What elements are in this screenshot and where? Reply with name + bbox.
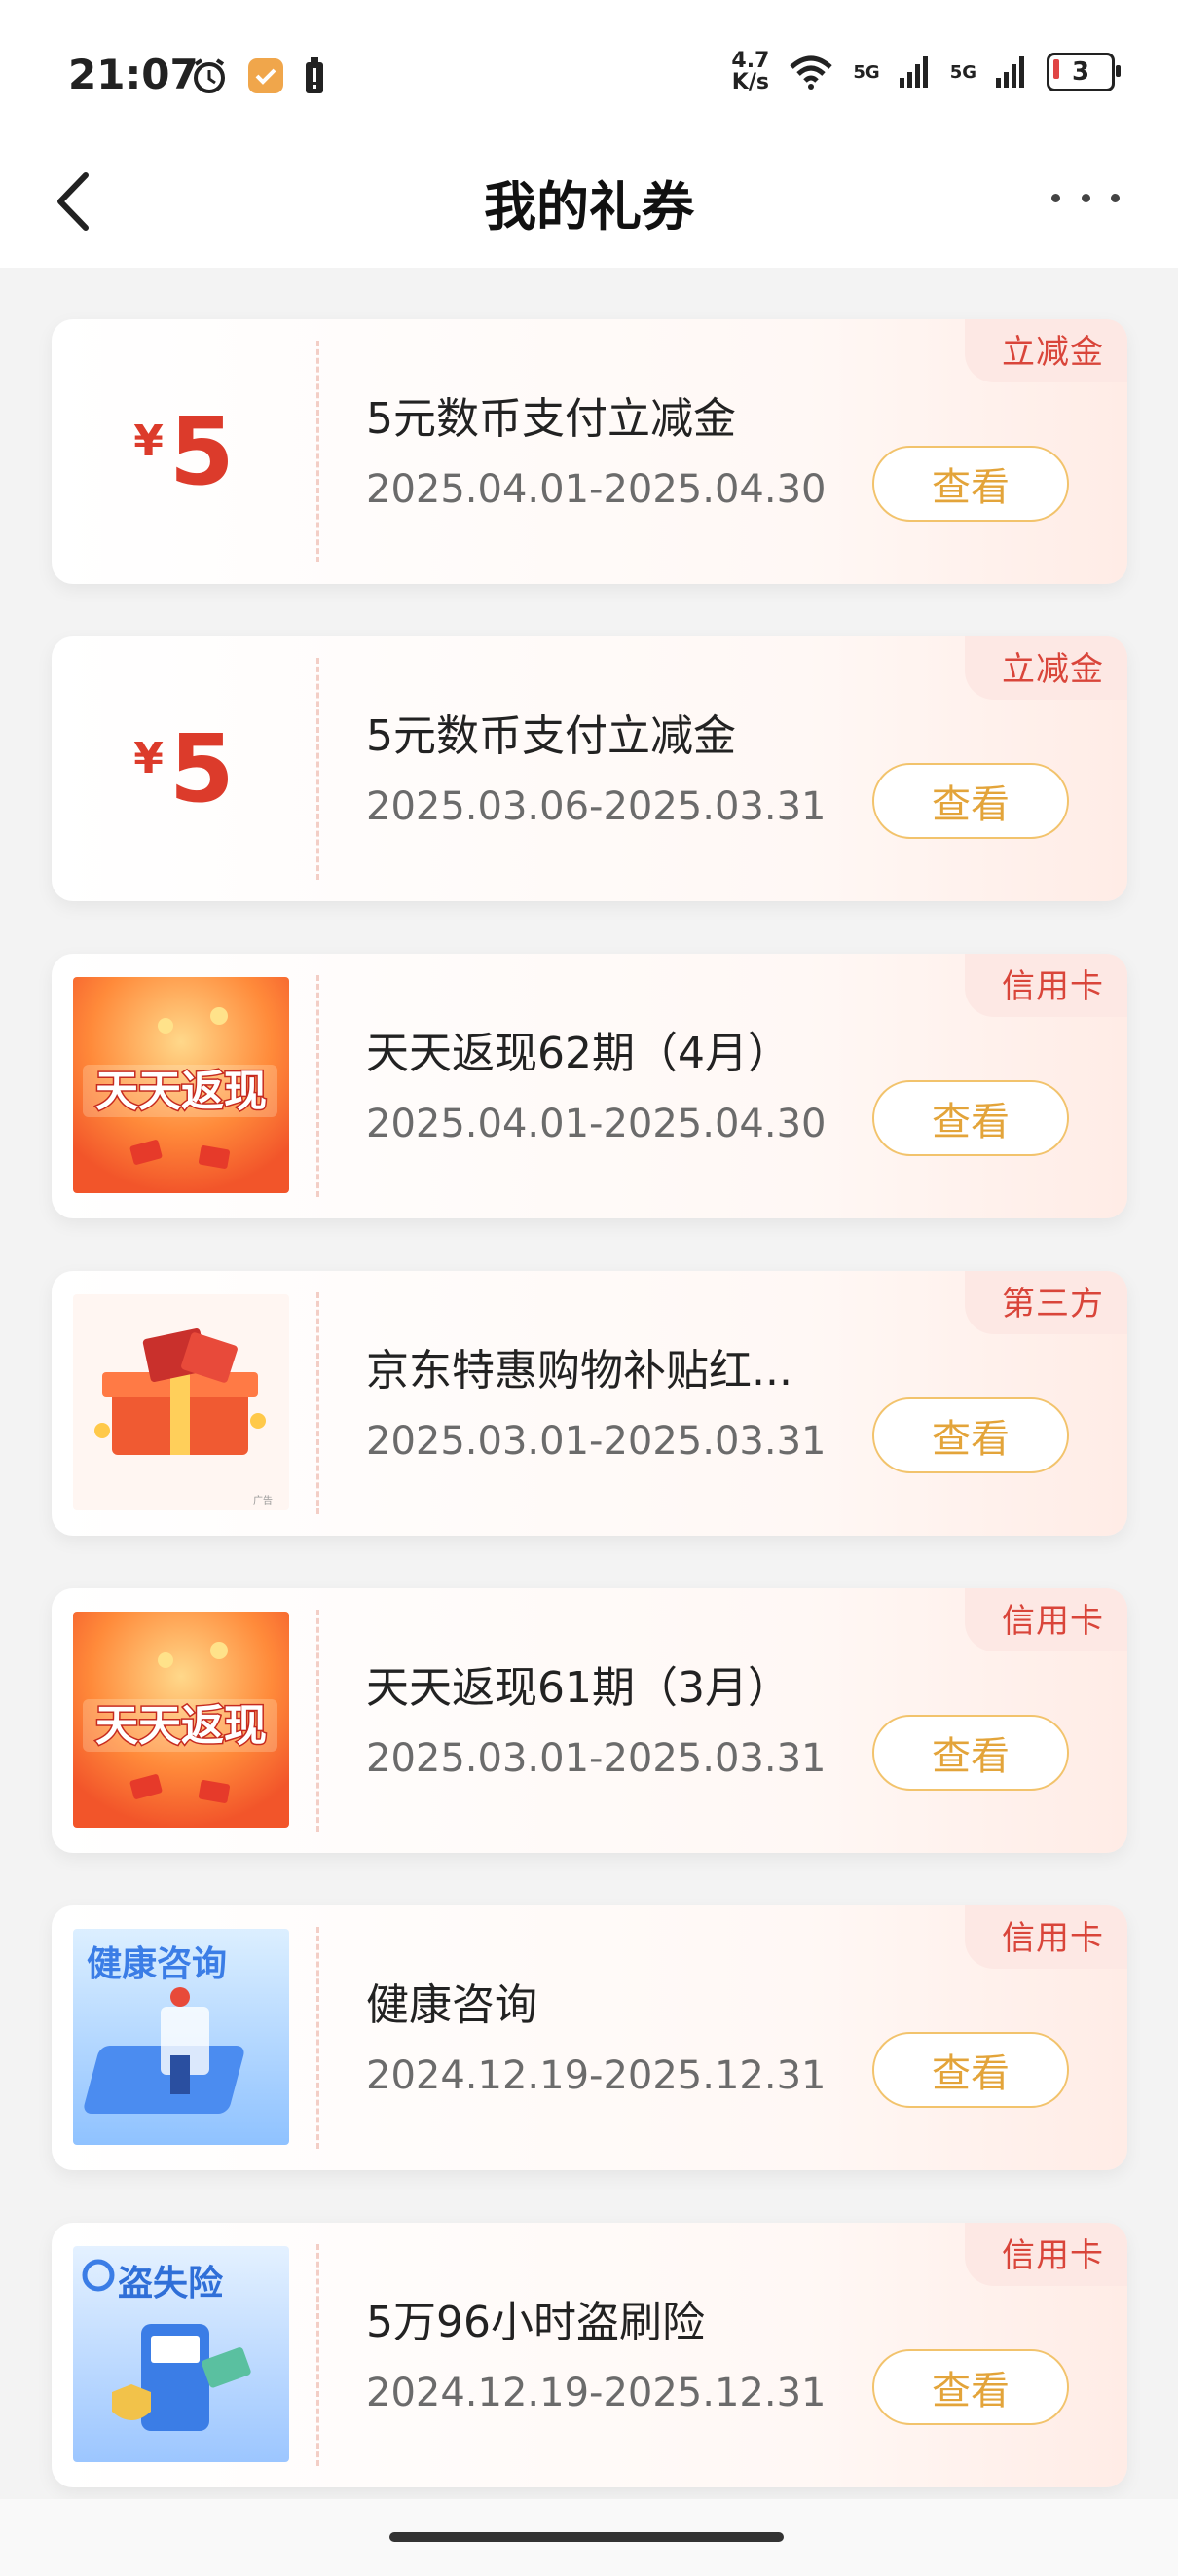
view-button[interactable]: 查看 <box>872 2349 1069 2425</box>
coupon-title: 天天返现61期（3月） <box>366 1663 791 1713</box>
coupon-date: 2025.04.01-2025.04.30 <box>366 1102 827 1146</box>
coupon-date: 2024.12.19-2025.12.31 <box>366 2371 827 2415</box>
banner-text: 天天返现 <box>95 1701 267 1751</box>
coupon-title: 5元数币支付立减金 <box>366 711 736 761</box>
banner-text: 盗失险 <box>118 2264 224 2304</box>
cashback-banner-image: 天天返现 <box>73 977 289 1193</box>
view-button[interactable]: 查看 <box>872 1080 1069 1156</box>
amount-value: 5 <box>168 714 235 823</box>
cashback-banner-image: 天天返现 <box>73 1612 289 1828</box>
coupon-tag: 第三方 <box>965 1271 1127 1334</box>
view-button[interactable]: 查看 <box>872 1397 1069 1473</box>
signal-label-1: 5G <box>853 61 880 83</box>
signal-icon <box>996 56 1024 88</box>
battery-alert-icon <box>306 57 323 93</box>
wifi-icon <box>790 55 833 90</box>
view-button[interactable]: 查看 <box>872 2032 1069 2108</box>
coupon-date: 2025.04.01-2025.04.30 <box>366 467 827 512</box>
coupon-date: 2024.12.19-2025.12.31 <box>366 2053 827 2098</box>
dashed-divider <box>316 1610 319 1832</box>
page-title: 我的礼券 <box>484 176 694 237</box>
app-notification-icon <box>248 58 283 93</box>
coupon-date: 2025.03.01-2025.03.31 <box>366 1736 827 1781</box>
alarm-icon <box>194 58 225 93</box>
dashed-divider <box>316 2244 319 2466</box>
health-consult-image: 健康咨询 <box>73 1929 289 2145</box>
coupon-date: 2025.03.01-2025.03.31 <box>366 1419 827 1464</box>
coupon-tag: 信用卡 <box>965 1905 1127 1969</box>
dashed-divider <box>316 341 319 562</box>
status-time: 21:07 <box>68 51 199 98</box>
coupon-tag: 信用卡 <box>965 954 1127 1017</box>
coupon-title: 5万96小时盗刷险 <box>366 2298 705 2347</box>
coupon-title: 天天返现62期（4月） <box>366 1029 791 1078</box>
status-right-icons: 4.7 K/s 5G 5G 3 <box>731 49 1121 94</box>
ad-label: 广告 <box>253 1494 273 1506</box>
coupon-amount: ¥ 5 <box>52 636 316 901</box>
view-button[interactable]: 查看 <box>872 763 1069 839</box>
dashed-divider <box>316 658 319 880</box>
status-bar: 21:07 4.7 K/s 5G 5G 3 <box>0 0 1178 146</box>
gift-box-image: 广告 <box>73 1294 289 1510</box>
status-left-icons <box>190 56 326 95</box>
coupon-card[interactable]: 第三方 广告 京东特惠购物补贴红... 2025.03.01-2025.03.3… <box>52 1271 1127 1536</box>
dashed-divider <box>316 1292 319 1514</box>
home-indicator[interactable] <box>389 2532 784 2542</box>
currency-symbol: ¥ <box>133 733 164 783</box>
more-options-icon[interactable] <box>1051 183 1120 212</box>
banner-text: 天天返现 <box>95 1067 267 1116</box>
view-button[interactable]: 查看 <box>872 1715 1069 1791</box>
signal-label-2: 5G <box>949 61 976 83</box>
amount-value: 5 <box>168 397 235 506</box>
coupon-card[interactable]: 信用卡 天天返现 天天返现62期（4月） 2025.04.01-2025.04.… <box>52 954 1127 1218</box>
coupon-title: 京东特惠购物补贴红... <box>366 1346 792 1396</box>
coupon-date: 2025.03.06-2025.03.31 <box>366 784 827 829</box>
view-button[interactable]: 查看 <box>872 446 1069 522</box>
coupon-title: 5元数币支付立减金 <box>366 394 736 444</box>
coupon-amount: ¥ 5 <box>52 319 316 584</box>
coupon-tag: 信用卡 <box>965 2223 1127 2286</box>
signal-icon <box>899 56 928 88</box>
coupon-card[interactable]: 信用卡 健康咨询 健康咨询 2024.12.19-2025.12.31 查看 <box>52 1905 1127 2170</box>
currency-symbol: ¥ <box>133 416 164 466</box>
coupon-tag: 立减金 <box>965 319 1127 382</box>
banner-text: 健康咨询 <box>87 1943 227 1984</box>
coupon-card[interactable]: 立减金 ¥ 5 5元数币支付立减金 2025.04.01-2025.04.30 … <box>52 319 1127 584</box>
theft-insurance-image: 盗失险 <box>73 2246 289 2462</box>
coupon-card[interactable]: 信用卡 盗失险 5万96小时盗刷险 2024.12.19-2025.12.31 … <box>52 2223 1127 2487</box>
coupon-card[interactable]: 立减金 ¥ 5 5元数币支付立减金 2025.03.06-2025.03.31 … <box>52 636 1127 901</box>
coupon-tag: 立减金 <box>965 636 1127 700</box>
coupon-title: 健康咨询 <box>366 1980 537 2030</box>
coupon-list: 立减金 ¥ 5 5元数币支付立减金 2025.04.01-2025.04.30 … <box>52 319 1127 2540</box>
net-speed: 4.7 K/s <box>731 49 770 94</box>
dashed-divider <box>316 1927 319 2149</box>
coupon-card[interactable]: 信用卡 天天返现 天天返现61期（3月） 2025.03.01-2025.03.… <box>52 1588 1127 1853</box>
dashed-divider <box>316 975 319 1197</box>
coupon-tag: 信用卡 <box>965 1588 1127 1651</box>
battery-icon: 3 <box>1047 53 1121 91</box>
